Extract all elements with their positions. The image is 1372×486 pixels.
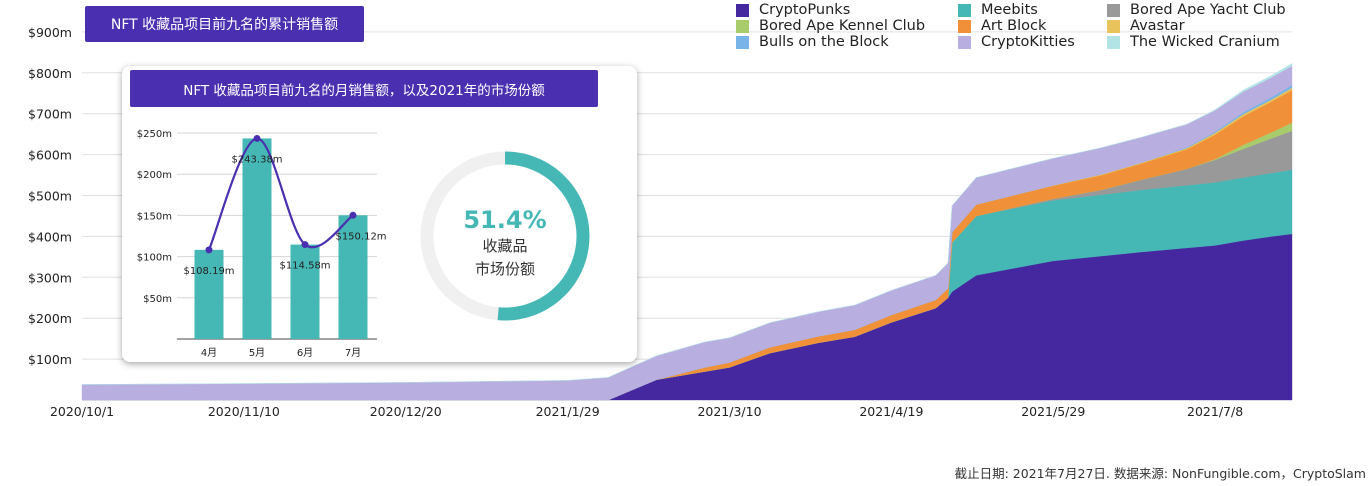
legend: CryptoPunks Meebits Bored Ape Yacht Club…	[736, 2, 1336, 50]
inset-data-label: $108.19m	[183, 266, 234, 277]
legend-item-wicked-cranium: The Wicked Cranium	[1107, 34, 1280, 50]
inset-trend-point	[205, 246, 213, 254]
legend-item-bulls: Bulls on the Block	[736, 34, 889, 50]
legend-swatch	[958, 3, 971, 17]
inset-trend-point	[301, 241, 309, 249]
y-tick-label: $600m	[28, 148, 72, 163]
y-axis-ticks: $100m $200m $300m $400m $500m $600m $700m $800m…	[28, 25, 72, 367]
inset-trend-line	[205, 134, 357, 254]
y-tick-label: $100m	[28, 352, 72, 367]
inset-bar	[194, 249, 224, 339]
legend-swatch	[736, 35, 749, 49]
market-share-caption-2: 市场份额	[474, 260, 535, 278]
x-tick-label: 2021/7/8	[1187, 404, 1243, 419]
x-tick-label: 2021/5/29	[1021, 404, 1085, 419]
inset-y-tick-label: $100m	[137, 253, 172, 264]
legend-label: CryptoKitties	[981, 34, 1075, 50]
legend-label: CryptoPunks	[759, 2, 851, 18]
y-tick-label: $500m	[28, 189, 72, 204]
inset-y-tick-label: $200m	[137, 170, 172, 181]
legend-item-bakc: Bored Ape Kennel Club	[736, 18, 925, 34]
market-share-caption-1: 收藏品	[482, 237, 528, 255]
market-share-label: 51.4% 收藏品 市场份额	[440, 205, 570, 281]
x-tick-label: 2020/10/1	[50, 404, 114, 419]
inset-data-label: $150.12m	[335, 231, 386, 242]
y-tick-label: $200m	[28, 311, 72, 326]
legend-item-meebits: Meebits	[958, 2, 1038, 18]
legend-swatch	[1107, 3, 1120, 17]
x-tick-label: 2021/4/19	[859, 404, 923, 419]
inset-trend-point	[349, 211, 357, 219]
legend-label: Avastar	[1130, 18, 1185, 34]
market-share-value: 51.4%	[463, 206, 547, 234]
inset-x-tick-label: 4月	[201, 347, 217, 359]
inset-x-tick-label: 7月	[345, 347, 361, 359]
legend-label: Bored Ape Kennel Club	[759, 18, 926, 34]
x-axis-ticks: 2020/10/1 2020/11/10 2020/12/20 2021/1/29 20…	[50, 404, 1243, 419]
x-tick-label: 2020/12/20	[370, 404, 442, 419]
x-tick-label: 2021/1/29	[536, 404, 600, 419]
source-note: 截止日期: 2021年7月27日. 数据来源: NonFungible.com，…	[954, 466, 1366, 481]
inset-bar	[290, 244, 320, 339]
inset-chart-title: NFT 收藏品项目前九名的月销售额，以及2021年的市场份额	[130, 70, 598, 107]
legend-swatch	[1107, 19, 1120, 33]
legend-item-artblock: Art Block	[958, 18, 1046, 34]
inset-trend-point	[253, 134, 261, 142]
inset-x-tick-label: 5月	[249, 347, 265, 359]
inset-data-label: $114.58m	[279, 261, 330, 272]
inset-bar	[242, 138, 272, 339]
y-tick-label: $700m	[28, 107, 72, 122]
legend-swatch	[736, 3, 749, 17]
legend-label: Meebits	[981, 2, 1038, 18]
inset-y-tick-label: $250m	[137, 129, 172, 140]
y-tick-label: $400m	[28, 229, 72, 244]
inset-y-tick-label: $150m	[137, 211, 172, 222]
x-tick-label: 2020/11/10	[208, 404, 280, 419]
legend-label: The Wicked Cranium	[1130, 34, 1280, 50]
y-tick-label: $900m	[28, 25, 72, 40]
inset-x-tick-label: 6月	[297, 347, 313, 359]
legend-swatch	[958, 19, 971, 33]
legend-label: Bored Ape Yacht Club	[1130, 2, 1286, 18]
legend-swatch	[1107, 35, 1120, 49]
legend-item-cryptokitties: CryptoKitties	[958, 34, 1075, 50]
legend-item-avastar: Avastar	[1107, 18, 1185, 34]
legend-swatch	[736, 19, 749, 33]
legend-item-bayc: Bored Ape Yacht Club	[1107, 2, 1286, 18]
inset-y-tick-label: $50m	[143, 294, 172, 305]
y-tick-label: $800m	[28, 66, 72, 81]
legend-item-cryptopunks: CryptoPunks	[736, 2, 850, 18]
y-tick-label: $300m	[28, 270, 72, 285]
legend-label: Bulls on the Block	[759, 34, 889, 50]
legend-swatch	[958, 35, 971, 49]
x-tick-label: 2021/3/10	[697, 404, 761, 419]
legend-label: Art Block	[981, 18, 1047, 34]
inset-data-label: $243.38m	[231, 154, 282, 165]
main-chart-title: NFT 收藏品项目前九名的累计销售额	[85, 6, 364, 42]
